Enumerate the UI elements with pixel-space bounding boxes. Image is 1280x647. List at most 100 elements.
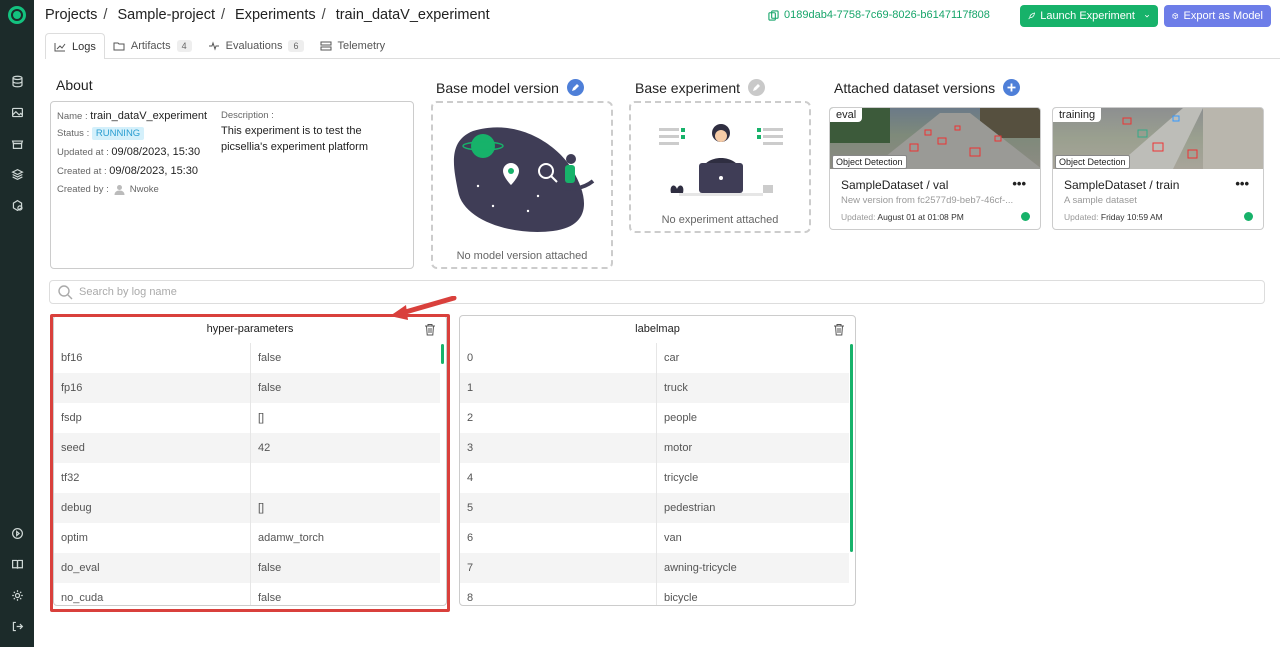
trash-icon[interactable] — [833, 323, 845, 336]
space-illustration — [453, 127, 595, 232]
about-card: Name : train_dataV_experiment Status : R… — [50, 101, 414, 269]
label-id: 4 — [460, 463, 657, 493]
table-row: 8 bicycle — [460, 583, 849, 605]
table-row: 0 car — [460, 343, 849, 373]
about-name-row: Name : train_dataV_experiment — [57, 110, 207, 122]
more-options-icon[interactable]: ••• — [1012, 176, 1026, 191]
rocket-icon — [1028, 12, 1036, 20]
search-input[interactable]: Search by log name — [79, 286, 177, 298]
lock-icon — [1244, 212, 1253, 221]
tab-artifacts-label: Artifacts — [130, 40, 171, 52]
experiment-id[interactable]: 0189dab4-7758-7c69-8026-b6147117f808 — [768, 9, 990, 21]
tab-evaluations-label: Evaluations — [225, 40, 283, 52]
dataset-description: New version from fc2577d9-beb7-46cf-... — [841, 195, 1014, 206]
label-name: car — [664, 352, 680, 364]
created-by-value: Nwoke — [129, 184, 159, 195]
log-panel-labelmap: labelmap 0 car 1 truck 2 people 3 motor 4 tri… — [459, 315, 856, 606]
about-created-by-row: Created by : Nwoke — [57, 183, 159, 196]
scrollbar[interactable] — [850, 344, 853, 552]
settings-icon[interactable] — [9, 587, 25, 603]
table-row: 3 motor — [460, 433, 849, 463]
avatar — [114, 185, 125, 195]
table-row: 7 awning-tricycle — [460, 553, 849, 583]
export-model-button[interactable]: Export as Model — [1164, 5, 1271, 27]
layers-icon[interactable] — [9, 166, 25, 182]
add-dataset-icon[interactable] — [1003, 79, 1021, 96]
label-name: motor — [664, 442, 693, 454]
person-laptop-illustration — [659, 124, 783, 196]
label-id: 7 — [460, 553, 657, 583]
table-row: 4 tricycle — [460, 463, 849, 493]
base-model-title-row: Base model version — [436, 79, 584, 96]
updated-label: Updated at : — [57, 147, 109, 158]
export-model-label: Export as Model — [1183, 10, 1263, 22]
copy-icon[interactable] — [768, 9, 779, 21]
label-name: truck — [664, 382, 688, 394]
search-icon — [58, 285, 73, 300]
server-icon — [320, 41, 331, 51]
tab-artifacts-count: 4 — [176, 40, 192, 52]
label-name: van — [664, 532, 682, 544]
datasets-title-row: Attached dataset versions — [834, 79, 1021, 96]
log-search[interactable]: Search by log name — [49, 280, 1265, 304]
name-label: Name : — [57, 111, 88, 122]
experiment-name: train_dataV_experiment — [90, 110, 208, 122]
label-id: 5 — [460, 493, 657, 523]
tab-evaluations-count: 6 — [288, 40, 304, 52]
dataset-updated-label: Updated: — [841, 212, 876, 222]
logo-icon[interactable] — [8, 6, 26, 24]
dataset-name[interactable]: SampleDataset / train — [1064, 178, 1179, 192]
chart-icon — [54, 42, 66, 51]
edit-model-icon[interactable] — [566, 79, 584, 96]
created-value: 09/08/2023, 15:30 — [109, 165, 198, 177]
base-experiment-empty-text: No experiment attached — [661, 214, 779, 226]
dataset-tag: eval — [830, 108, 863, 122]
breadcrumb-project[interactable]: Sample-project — [117, 7, 215, 23]
about-title: About — [56, 77, 93, 93]
dataset-card-eval[interactable]: eval Object Detection SampleDataset / va… — [829, 107, 1041, 230]
base-model-title: Base model version — [436, 79, 559, 96]
tab-artifacts[interactable]: Artifacts 4 — [105, 33, 200, 59]
datasets-title: Attached dataset versions — [834, 79, 996, 96]
created-label: Created at : — [57, 166, 107, 177]
play-icon[interactable] — [9, 525, 25, 541]
chevron-down-icon[interactable] — [1144, 11, 1150, 21]
tab-evaluations[interactable]: Evaluations 6 — [200, 33, 312, 59]
model-icon[interactable] — [9, 197, 25, 213]
tab-bar: Logs Artifacts 4 Evaluations 6 Telemetry — [45, 33, 393, 59]
dataset-type-badge: Object Detection — [832, 155, 907, 169]
cube-icon — [1172, 12, 1179, 20]
breadcrumb-current: train_dataV_experiment — [335, 7, 490, 23]
status-label: Status : — [57, 128, 90, 139]
image-icon[interactable] — [9, 104, 25, 120]
dataset-name[interactable]: SampleDataset / val — [841, 178, 948, 192]
dataset-updated-value: August 01 at 01:08 PM — [877, 212, 964, 222]
table-row: 2 people — [460, 403, 849, 433]
tab-logs[interactable]: Logs — [45, 33, 105, 59]
dataset-updated-value: Friday 10:59 AM — [1100, 212, 1163, 222]
launch-experiment-button[interactable]: Launch Experiment — [1020, 5, 1158, 27]
annotation-arrow-icon — [390, 296, 457, 320]
book-icon[interactable] — [9, 556, 25, 572]
more-options-icon[interactable]: ••• — [1235, 176, 1249, 191]
base-model-dropzone[interactable]: No model version attached — [431, 101, 613, 269]
logout-icon[interactable] — [9, 618, 25, 634]
base-experiment-dropzone[interactable]: No experiment attached — [629, 101, 811, 233]
breadcrumb-experiments[interactable]: Experiments — [235, 7, 316, 23]
base-model-empty-text: No model version attached — [456, 250, 588, 262]
dataset-card-training[interactable]: training Object Detection SampleDataset … — [1052, 107, 1264, 230]
breadcrumb-projects[interactable]: Projects — [45, 7, 97, 23]
label-id: 3 — [460, 433, 657, 463]
label-id: 8 — [460, 583, 657, 605]
label-id: 6 — [460, 523, 657, 553]
store-icon[interactable] — [9, 135, 25, 151]
edit-experiment-icon[interactable] — [748, 79, 766, 96]
breadcrumb: Projects / Sample-project / Experiments / t… — [45, 7, 490, 23]
description-text: This experiment is to test the picsellia… — [221, 125, 368, 153]
dataset-type-badge: Object Detection — [1055, 155, 1130, 169]
highlight-box — [50, 314, 450, 612]
experiment-id-text: 0189dab4-7758-7c69-8026-b6147117f808 — [784, 9, 990, 21]
label-id: 0 — [460, 343, 657, 373]
database-icon[interactable] — [9, 73, 25, 89]
tab-telemetry[interactable]: Telemetry — [312, 33, 394, 59]
